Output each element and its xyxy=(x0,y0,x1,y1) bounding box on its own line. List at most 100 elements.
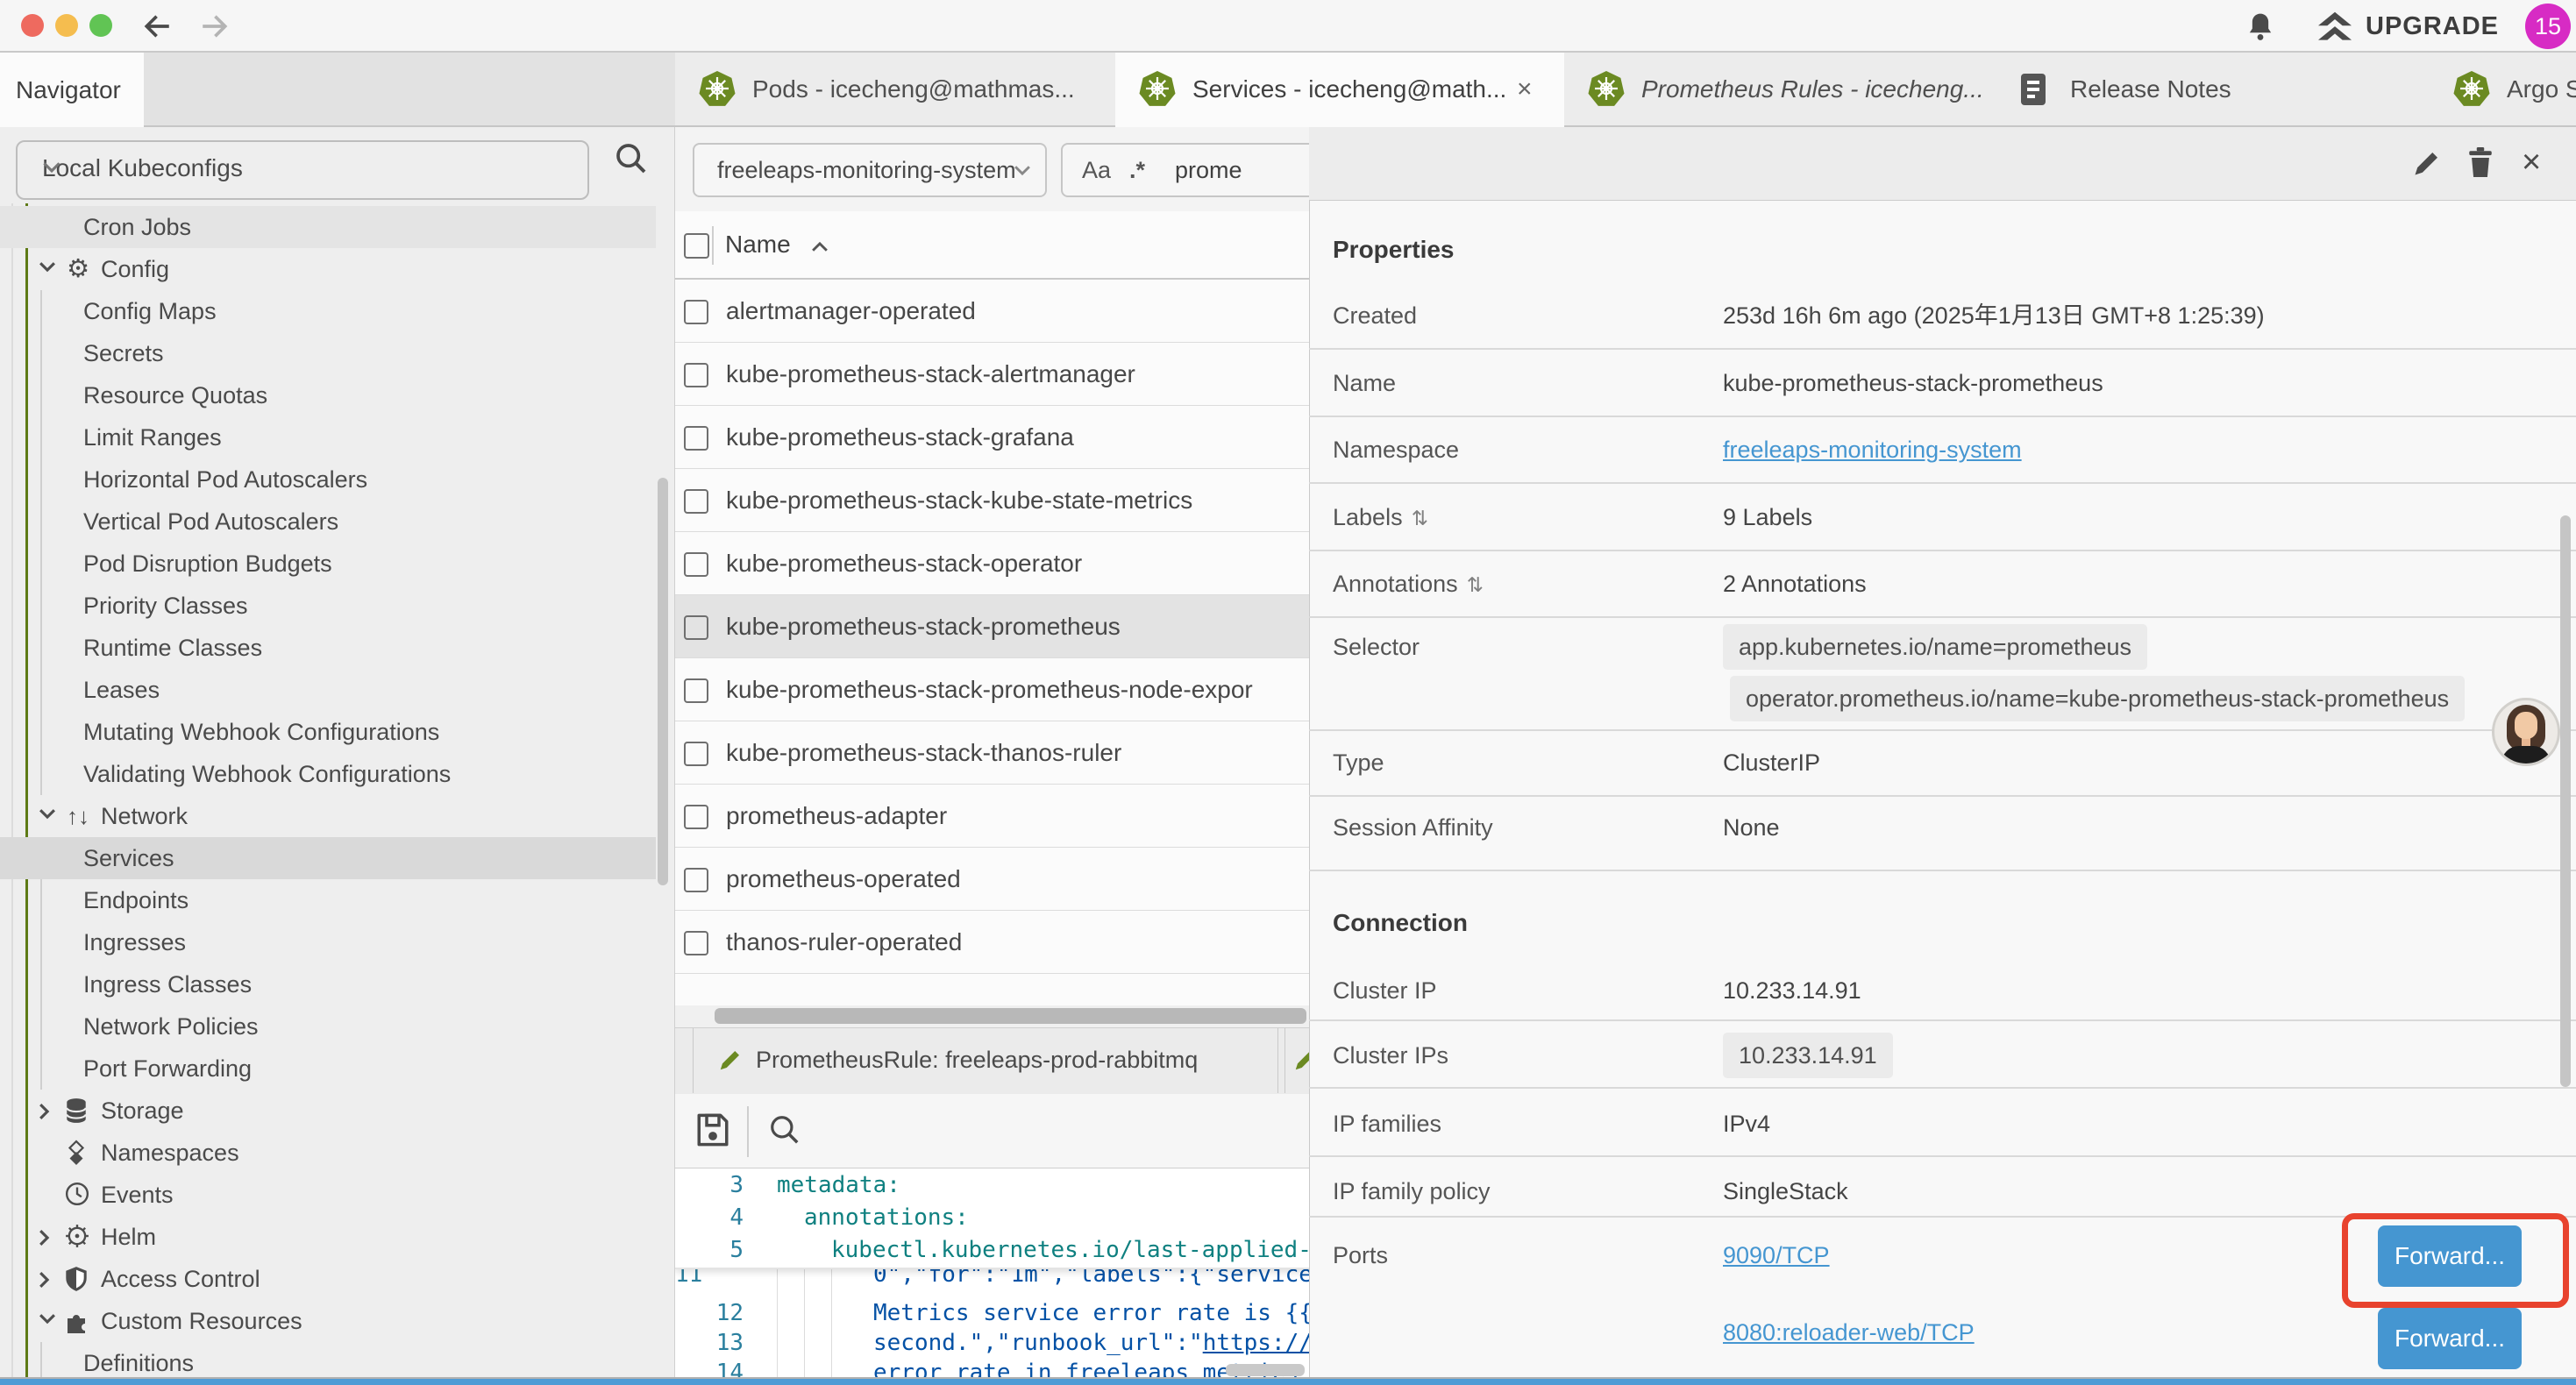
sidebar-item-config[interactable]: ⚙ Config xyxy=(0,248,656,290)
close-tab-icon[interactable]: × xyxy=(1517,53,1533,125)
table-row[interactable]: alertmanager-operated xyxy=(675,280,1309,343)
sidebar-item-mutating-webhook-configurations[interactable]: Mutating Webhook Configurations xyxy=(0,711,656,753)
save-icon[interactable] xyxy=(694,1111,731,1149)
sidebar-item-custom-resources[interactable]: Custom Resources xyxy=(0,1300,656,1342)
table-row[interactable]: kube-prometheus-stack-prometheus-node-ex… xyxy=(675,658,1309,721)
forward-icon[interactable] xyxy=(198,11,230,41)
chevron-right-icon[interactable] xyxy=(39,1271,50,1289)
sidebar-item-events[interactable]: Events xyxy=(0,1174,656,1216)
sidebar-item-leases[interactable]: Leases xyxy=(0,669,656,711)
sidebar-item-namespaces[interactable]: Namespaces xyxy=(0,1132,656,1174)
sidebar-item-limit-ranges[interactable]: Limit Ranges xyxy=(0,416,656,458)
sidebar-item-helm[interactable]: Helm xyxy=(0,1216,656,1258)
table-row[interactable]: prometheus-adapter xyxy=(675,785,1309,848)
table-row[interactable]: kube-prometheus-stack-kube-state-metrics xyxy=(675,469,1309,532)
yaml-editor[interactable]: 11 0","for":"1m","labels":{"service":"m … xyxy=(675,1168,1309,1381)
sidebar-item-resource-quotas[interactable]: Resource Quotas xyxy=(0,374,656,416)
sidebar-item-runtime-classes[interactable]: Runtime Classes xyxy=(0,627,656,669)
chevron-down-icon[interactable] xyxy=(39,808,56,820)
table-row[interactable]: kube-prometheus-stack-alertmanager xyxy=(675,343,1309,406)
sidebar-search-icon[interactable] xyxy=(614,141,649,176)
row-checkbox[interactable] xyxy=(684,426,708,451)
regex-toggle[interactable]: .* xyxy=(1129,145,1145,195)
row-checkbox[interactable] xyxy=(684,300,708,324)
editor-find-icon[interactable] xyxy=(768,1113,801,1147)
table-row[interactable]: kube-prometheus-stack-thanos-ruler xyxy=(675,721,1309,785)
editor-tab-prometheusrule[interactable]: PrometheusRule: freeleaps-prod-rabbitmq xyxy=(756,1027,1198,1093)
sidebar-item-vertical-pod-autoscalers[interactable]: Vertical Pod Autoscalers xyxy=(0,501,656,543)
sidebar-item-validating-webhook-configurations[interactable]: Validating Webhook Configurations xyxy=(0,753,656,795)
sidebar-item-pod-disruption-budgets[interactable]: Pod Disruption Budgets xyxy=(0,543,656,585)
table-row[interactable]: thanos-ruler-operated xyxy=(675,911,1309,974)
table-row[interactable]: prometheus-operated xyxy=(675,848,1309,911)
sidebar-item-network[interactable]: ↑↓ Network xyxy=(0,795,656,837)
select-all-checkbox[interactable] xyxy=(684,233,709,259)
row-separator xyxy=(1309,1019,2576,1021)
sidebar-item-secrets[interactable]: Secrets xyxy=(0,332,656,374)
sidebar-item-network-policies[interactable]: Network Policies xyxy=(0,1005,656,1048)
namespace-link[interactable]: freeleaps-monitoring-system xyxy=(1723,432,2022,467)
sidebar-item-services[interactable]: Services xyxy=(0,837,656,879)
edit-pencil-icon[interactable] xyxy=(2411,147,2443,179)
upgrade-icon[interactable] xyxy=(2316,11,2353,44)
tab-navigator[interactable]: Navigator xyxy=(0,53,144,127)
namespace-filter-select[interactable]: freeleaps-monitoring-system xyxy=(693,143,1047,197)
sidebar-item-storage[interactable]: Storage xyxy=(0,1090,656,1132)
chevron-down-icon[interactable] xyxy=(39,1313,56,1325)
expand-updown-icon[interactable]: ⇅ xyxy=(1467,573,1484,596)
port-link-9090[interactable]: 9090/TCP xyxy=(1723,1238,1830,1273)
sidebar-item-horizontal-pod-autoscalers[interactable]: Horizontal Pod Autoscalers xyxy=(0,458,656,501)
sidebar-scrollbar[interactable] xyxy=(658,478,668,885)
notification-count-badge[interactable]: 15 xyxy=(2525,4,2571,49)
table-row-selected[interactable]: kube-prometheus-stack-prometheus xyxy=(675,595,1309,658)
row-checkbox[interactable] xyxy=(684,678,708,703)
sidebar-item-cron-jobs[interactable]: Cron Jobs xyxy=(0,206,656,248)
property-row-cluster-ips: Cluster IPs xyxy=(1309,1038,2576,1073)
tab-argo[interactable]: Argo Se xyxy=(2430,53,2576,125)
row-checkbox[interactable] xyxy=(684,615,708,640)
column-header-name[interactable]: Name xyxy=(725,211,829,278)
row-checkbox[interactable] xyxy=(684,363,708,387)
minimize-window-button[interactable] xyxy=(55,14,78,37)
row-checkbox[interactable] xyxy=(684,868,708,892)
details-scrollbar[interactable] xyxy=(2560,515,2571,1087)
chevron-down-icon[interactable] xyxy=(39,261,56,273)
notifications-bell-icon[interactable] xyxy=(2246,11,2274,41)
tab-prometheus-rules[interactable]: Prometheus Rules - icecheng... xyxy=(1564,53,1994,125)
port-link-8080-reloader-web[interactable]: 8080:reloader-web/TCP xyxy=(1723,1315,1975,1350)
delete-trash-icon[interactable] xyxy=(2466,146,2495,179)
chevron-right-icon[interactable] xyxy=(39,1103,50,1120)
kubeconfig-selector[interactable]: Local Kubeconfigs xyxy=(16,140,589,200)
sidebar-item-endpoints[interactable]: Endpoints xyxy=(0,879,656,921)
forward-port-button-8080[interactable]: Forward... xyxy=(2378,1308,2522,1369)
chevron-right-icon[interactable] xyxy=(39,1229,50,1246)
close-panel-icon[interactable]: × xyxy=(2522,127,2541,200)
tab-release-notes[interactable]: Release Notes xyxy=(1993,53,2430,125)
row-checkbox[interactable] xyxy=(684,742,708,766)
sidebar-item-ingress-classes[interactable]: Ingress Classes xyxy=(0,963,656,1005)
sidebar-item-port-forwarding[interactable]: Port Forwarding xyxy=(0,1048,656,1090)
tab-pods[interactable]: Pods - icecheng@mathmas... xyxy=(675,53,1116,125)
row-checkbox[interactable] xyxy=(684,489,708,514)
expand-updown-icon[interactable]: ⇅ xyxy=(1412,507,1428,529)
tab-services[interactable]: Services - icecheng@math... × xyxy=(1115,53,1565,127)
row-checkbox[interactable] xyxy=(684,931,708,955)
collaborator-avatar[interactable] xyxy=(2492,698,2560,766)
property-row-name: Name kube-prometheus-stack-prometheus xyxy=(1309,366,2576,401)
table-row[interactable]: kube-prometheus-stack-grafana xyxy=(675,406,1309,469)
runbook-url-link[interactable]: https://netd xyxy=(1203,1330,1309,1356)
table-hscroll-thumb[interactable] xyxy=(715,1008,1306,1024)
editor-hscroll-thumb[interactable] xyxy=(1226,1364,1305,1376)
sidebar-item-ingresses[interactable]: Ingresses xyxy=(0,921,656,963)
match-case-toggle[interactable]: Aa xyxy=(1082,145,1111,195)
zoom-window-button[interactable] xyxy=(89,14,112,37)
table-row[interactable]: kube-prometheus-stack-operator xyxy=(675,532,1309,595)
upgrade-label[interactable]: UPGRADE xyxy=(2366,0,2499,53)
back-icon[interactable] xyxy=(142,11,174,41)
close-window-button[interactable] xyxy=(21,14,44,37)
sidebar-item-priority-classes[interactable]: Priority Classes xyxy=(0,585,656,627)
row-checkbox[interactable] xyxy=(684,805,708,829)
row-checkbox[interactable] xyxy=(684,552,708,577)
sidebar-item-config-maps[interactable]: Config Maps xyxy=(0,290,656,332)
sidebar-item-access-control[interactable]: Access Control xyxy=(0,1258,656,1300)
